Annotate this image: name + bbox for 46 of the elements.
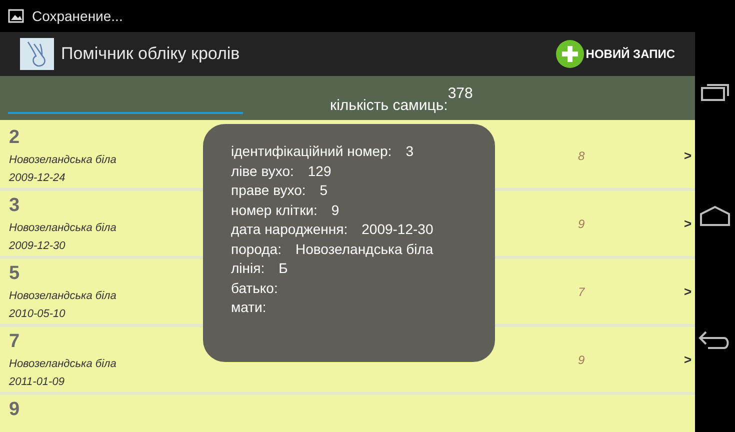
chevron-icon: > [684,350,692,370]
info-value: 2009-12-30 [362,220,434,239]
info-label: мати: [231,298,266,317]
cage-number: 9 [578,216,585,233]
info-label: порода: [231,240,282,259]
rabbit-number: 9 [9,399,20,421]
info-label: батько: [231,278,278,298]
info-value: 5 [320,181,328,200]
plus-icon [554,39,585,69]
chevron-icon: > [684,214,692,234]
info-value: Б [278,259,288,278]
recent-apps-icon[interactable] [700,81,730,103]
notification-text: Сохранение... [32,6,123,26]
info-label: лінія: [231,259,265,278]
info-value: 9 [331,200,340,220]
female-count-label: кількість самиць: [330,96,448,116]
picture-icon [8,9,24,23]
breed-text: Новозеландська біла [9,153,116,168]
info-label: номер клітки: [231,200,318,220]
birth-date: 2009-12-30 [9,239,66,254]
info-label: дата народження: [231,220,348,239]
cage-number: 7 [578,284,585,301]
info-value: Новозеландська біла [295,240,434,259]
app-title: Помічник обліку кролів [61,43,240,66]
birth-date: 2011-01-09 [9,375,66,390]
new-record-button[interactable]: НОВИЙ ЗАПИС [554,39,675,69]
rabbit-number: 5 [9,263,21,285]
birth-date: 2010-05-10 [9,307,66,322]
female-count: 378 [448,84,473,104]
birth-date: 2009-12-24 [9,171,66,186]
rabbit-number: 3 [9,195,21,217]
info-value: 129 [308,162,332,180]
rabbit-number: 7 [9,331,21,353]
info-label: праве вухо: [231,181,306,200]
home-icon[interactable] [699,205,731,227]
chevron-icon: > [684,282,692,302]
cage-number: 9 [578,352,585,369]
info-label: ідентифікаційний номер: [231,142,392,161]
breed-text: Новозеландська біла [9,357,116,372]
info-value: 3 [406,142,414,161]
chevron-icon: > [684,146,692,166]
info-label: ліве вухо: [231,162,294,181]
cage-number: 8 [578,148,585,165]
breed-text: Новозеландська біла [9,289,116,304]
rabbit-number: 2 [9,127,21,149]
breed-text: Новозеландська біла [9,221,116,236]
